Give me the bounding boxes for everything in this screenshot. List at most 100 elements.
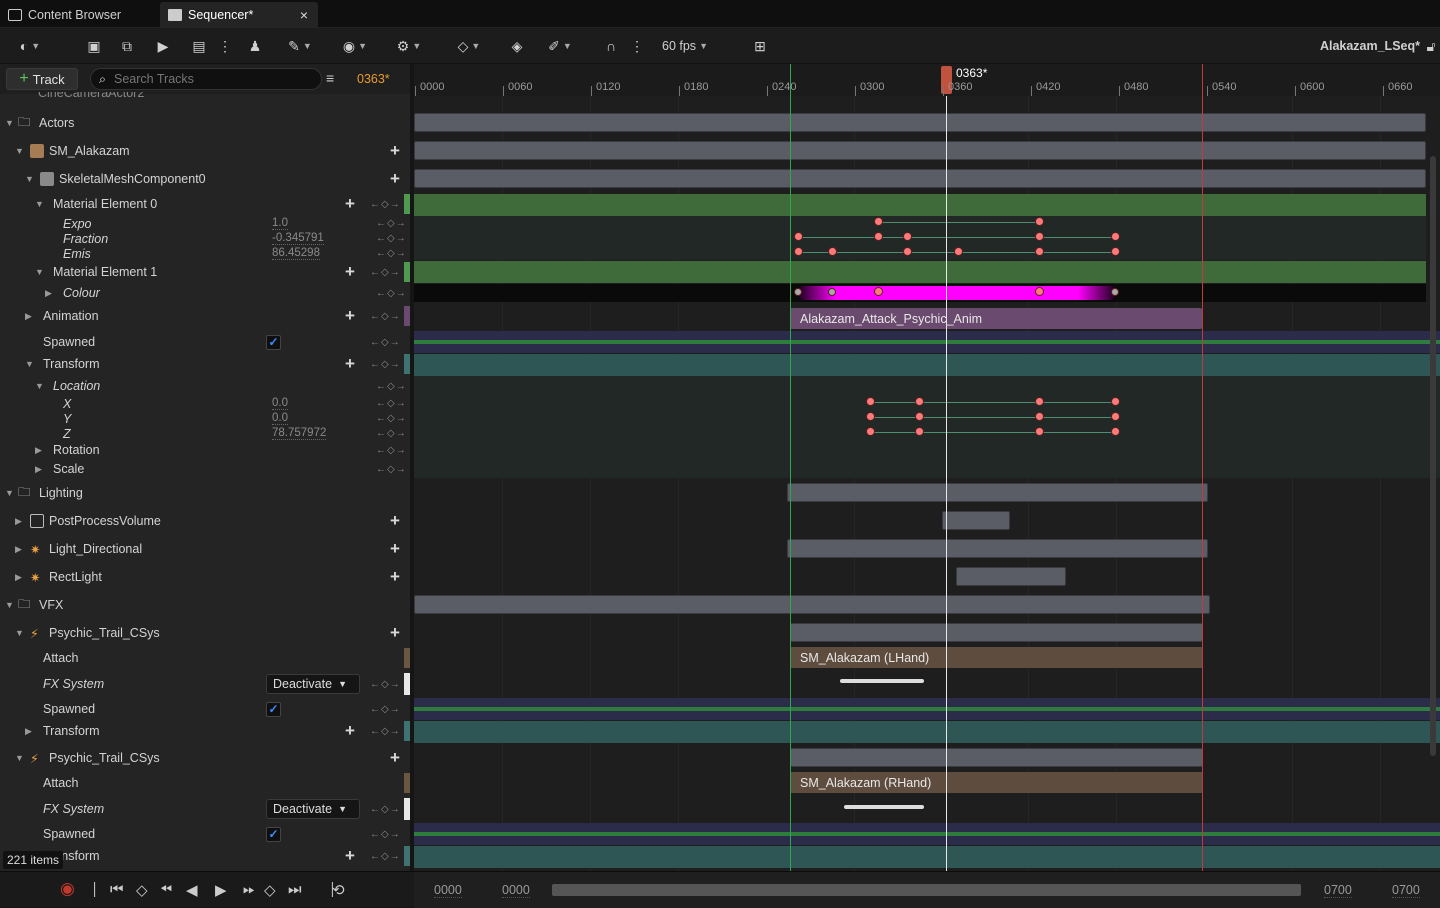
- actors-folder-bar[interactable]: [414, 113, 1426, 132]
- tab-sequencer[interactable]: Sequencer* ×: [160, 2, 318, 28]
- collapse-triangle-icon[interactable]: ▶: [45, 288, 52, 299]
- keyframe[interactable]: [874, 287, 883, 296]
- tree-row-colour[interactable]: ▶ Colour ←◇→: [0, 284, 410, 302]
- spawned-checkbox[interactable]: ✓: [266, 701, 281, 717]
- keyframe[interactable]: [794, 288, 802, 296]
- keyframe[interactable]: [915, 412, 924, 421]
- play-reverse-icon[interactable]: ◀: [186, 881, 198, 899]
- tree-row-transform[interactable]: ▼ Transform + ←◇→: [0, 354, 410, 374]
- end-marker-line[interactable]: [1202, 96, 1203, 871]
- tree-row-lighting[interactable]: ▼ 🗀︎ Lighting: [0, 482, 410, 504]
- tree-row-fx-system-1[interactable]: FX System Deactivate ▼ ←◇→: [0, 673, 410, 695]
- key-nav-icon[interactable]: ←◇→: [370, 267, 401, 278]
- expand-triangle-icon[interactable]: ▼: [25, 359, 34, 369]
- add-key-plus-icon[interactable]: +: [345, 306, 355, 326]
- add-track-plus-icon[interactable]: +: [390, 141, 400, 161]
- key-nav-icon[interactable]: ←◇→: [376, 398, 407, 409]
- fx-state-dropdown[interactable]: Deactivate ▼: [266, 799, 360, 819]
- collapse-triangle-icon[interactable]: ▶: [25, 726, 32, 737]
- skeletal-bar[interactable]: [414, 169, 1426, 188]
- material-1-section[interactable]: [414, 261, 1426, 283]
- expand-triangle-icon[interactable]: ▼: [35, 381, 44, 391]
- search-input[interactable]: [114, 72, 305, 86]
- tree-row-fx-system-2[interactable]: FX System Deactivate ▼ ←◇→: [0, 798, 410, 820]
- step-forward-icon[interactable]: ⏩︎: [243, 881, 255, 898]
- tree-row-trail-2[interactable]: ▼ ⚡︎ Psychic_Trail_CSys +: [0, 747, 410, 769]
- ppv-bar[interactable]: [942, 511, 1010, 530]
- add-track-plus-icon[interactable]: +: [390, 169, 400, 189]
- key-nav-icon[interactable]: ←◇→: [370, 311, 401, 322]
- expand-triangle-icon[interactable]: ▼: [25, 174, 34, 184]
- tree-row-sm-alakazam[interactable]: ▼ SM_Alakazam +: [0, 140, 410, 162]
- camera-button[interactable]: ▶: [152, 34, 174, 58]
- expand-triangle-icon[interactable]: ▼: [35, 267, 44, 277]
- keyframe[interactable]: [1111, 427, 1120, 436]
- playback-end-field[interactable]: 0700: [1324, 883, 1352, 898]
- keyframe[interactable]: [1035, 217, 1044, 226]
- actor-button[interactable]: ♟: [244, 34, 266, 58]
- expand-triangle-icon[interactable]: ▼: [15, 146, 24, 156]
- keyframe[interactable]: [1035, 232, 1044, 241]
- vfx-folder-bar[interactable]: [414, 595, 1210, 614]
- key-nav-icon[interactable]: ←◇→: [376, 233, 407, 244]
- add-key-plus-icon[interactable]: +: [345, 262, 355, 282]
- spawned-checkbox[interactable]: ✓: [266, 826, 281, 842]
- transform-section[interactable]: [414, 846, 1440, 868]
- playback-start-field[interactable]: 0000: [502, 883, 530, 898]
- add-track-plus-icon[interactable]: +: [390, 511, 400, 531]
- keyframe[interactable]: [1035, 287, 1044, 296]
- tree-row-transform-1[interactable]: ▶ Transform + ←◇→: [0, 721, 410, 741]
- keyframe[interactable]: [903, 247, 912, 256]
- tree-row-spawned[interactable]: Spawned ✓ ←◇→: [0, 332, 410, 352]
- keyframe[interactable]: [915, 427, 924, 436]
- expand-triangle-icon[interactable]: ▼: [5, 488, 14, 498]
- keyframe[interactable]: [954, 247, 963, 256]
- browse-button[interactable]: ⧉: [116, 34, 138, 58]
- add-key-plus-icon[interactable]: +: [345, 194, 355, 214]
- timeline-scrollbar[interactable]: [1430, 156, 1436, 756]
- key-nav-icon[interactable]: ←◇→: [376, 428, 407, 439]
- value-field[interactable]: 0.0: [272, 397, 288, 410]
- trail-2-bar[interactable]: [790, 748, 1203, 767]
- rectlight-bar[interactable]: [956, 567, 1066, 586]
- keyframe[interactable]: [866, 397, 875, 406]
- edit-button[interactable]: ✐ ▼: [540, 34, 580, 58]
- key-nav-icon[interactable]: ←◇→: [376, 288, 407, 299]
- tree-row-ppv[interactable]: ▶ PostProcessVolume +: [0, 510, 410, 532]
- add-track-plus-icon[interactable]: +: [390, 539, 400, 559]
- timeline-area[interactable]: Alakazam_Attack_Psychic_Anim SM_Alakazam…: [414, 96, 1440, 871]
- keyframe[interactable]: [1111, 232, 1120, 241]
- current-frame[interactable]: 0363*: [357, 72, 390, 86]
- lighting-folder-bar[interactable]: [787, 483, 1208, 502]
- key-nav-icon[interactable]: ←◇→: [370, 704, 401, 715]
- fx-event-marker[interactable]: [844, 805, 924, 809]
- add-track-plus-icon[interactable]: +: [390, 623, 400, 643]
- expand-triangle-icon[interactable]: ▼: [35, 199, 44, 209]
- end-marker[interactable]: [1202, 64, 1203, 96]
- next-keyframe-icon[interactable]: ◇: [264, 881, 276, 899]
- transform-section[interactable]: [414, 354, 1440, 376]
- keyframe[interactable]: [794, 232, 803, 241]
- key-tangent-button[interactable]: ◈: [506, 34, 528, 58]
- tree-row-emis[interactable]: Emis 86.45298 ←◇→: [0, 246, 410, 261]
- add-track-plus-icon[interactable]: +: [390, 748, 400, 768]
- keyframe[interactable]: [1035, 427, 1044, 436]
- spawned-checkbox[interactable]: ✓: [266, 334, 281, 350]
- keyframe[interactable]: [1035, 397, 1044, 406]
- jump-start-icon[interactable]: ⎸: [94, 881, 109, 898]
- expand-triangle-icon[interactable]: ▼: [15, 628, 24, 638]
- value-field[interactable]: 1.0: [272, 217, 288, 230]
- expand-triangle-icon[interactable]: ▼: [5, 600, 14, 610]
- save-button[interactable]: ▣: [84, 34, 104, 58]
- fps-dropdown[interactable]: 60 fps ▼: [652, 34, 718, 58]
- keyframe[interactable]: [1111, 288, 1119, 296]
- tools-button[interactable]: ✎ ▼: [282, 34, 318, 58]
- tree-row-animation[interactable]: ▶ Animation + ←◇→: [0, 306, 410, 326]
- close-icon[interactable]: ×: [300, 7, 308, 23]
- prev-keyframe-icon[interactable]: ◇: [136, 881, 148, 899]
- key-nav-icon[interactable]: ←◇→: [376, 413, 407, 424]
- add-key-plus-icon[interactable]: +: [345, 721, 355, 741]
- tree-row-spawned-1[interactable]: Spawned ✓ ←◇→: [0, 699, 410, 719]
- filter-icon[interactable]: ≡: [326, 70, 334, 86]
- tree-row-attach-1[interactable]: Attach: [0, 648, 410, 668]
